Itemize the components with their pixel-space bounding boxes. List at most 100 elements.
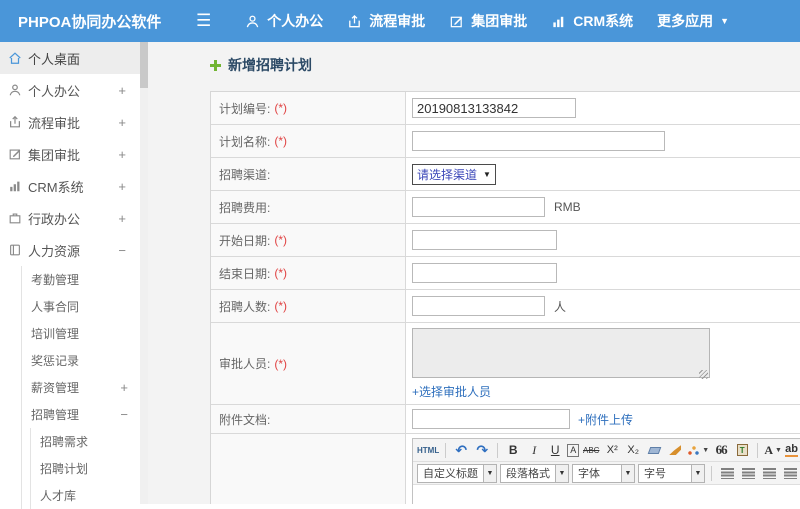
sidebar-item-attendance[interactable]: 考勤管理 [22,266,140,293]
sidebar-item-label: 人事合同 [31,298,79,315]
sidebar-item-group-approval[interactable]: 集团审批 + [0,138,140,170]
topbar: PHPOA协同办公软件 ☰ 个人办公 流程审批 集团审批 CRM系统 更多应用 … [0,0,800,42]
expand-icon[interactable]: + [118,147,126,162]
sidebar-item-label: 奖惩记录 [31,352,79,369]
font-border-button[interactable]: A [567,444,579,457]
app-logo: PHPOA协同办公软件 [0,11,178,32]
align-center-icon[interactable] [739,464,757,482]
source-code-button[interactable]: HTML [417,441,439,459]
attachment-input[interactable] [412,409,570,429]
sidebar-item-hr-contract[interactable]: 人事合同 [22,293,140,320]
topmenu-crm[interactable]: CRM系统 [539,0,645,42]
sidebar-item-recruit-demand[interactable]: 招聘需求 [31,428,140,455]
required-mark: (*) [274,134,287,148]
sidebar-item-recruit-mgmt[interactable]: 招聘管理 − [22,401,140,428]
edit-icon [8,147,22,161]
headcount-input[interactable] [412,296,545,316]
sidebar-item-label: 招聘需求 [40,433,88,450]
superscript-button[interactable]: X² [603,441,621,459]
plan-name-input[interactable] [412,131,665,151]
sidebar-item-recruit-plan[interactable]: 招聘计划 [31,455,140,482]
channel-select[interactable]: 请选择渠道 ▼ [412,164,496,185]
cost-input[interactable] [412,197,545,217]
sidebar-item-personal-desktop[interactable]: 个人桌面 [0,42,140,74]
paragraph-format-combobox[interactable]: 段落格式 ▼ [500,464,569,483]
editor-content-area[interactable] [413,485,800,504]
topmenu-group-approval[interactable]: 集团审批 [437,0,539,42]
sidebar-item-rewards[interactable]: 奖惩记录 [22,347,140,374]
form-row-plan-name: 计划名称: (*) [211,125,800,158]
expand-icon[interactable]: + [120,380,128,395]
required-mark: (*) [274,266,287,280]
highlight-color-button[interactable]: ab▼ [785,441,800,459]
chevron-down-icon: ▼ [720,16,729,26]
approvers-textarea[interactable] [412,328,710,378]
sidebar-item-salary[interactable]: 薪资管理 + [22,374,140,401]
align-left-icon[interactable] [718,464,736,482]
font-size-combobox[interactable]: 字号 ▼ [638,464,705,483]
sidebar-item-talent-pool[interactable]: 人才库 [31,482,140,509]
collapse-icon[interactable]: − [120,407,128,422]
sidebar-item-admin-office[interactable]: 行政办公 + [0,202,140,234]
subscript-button[interactable]: X₂ [624,441,642,459]
attachment-upload-link[interactable]: +附件上传 [578,413,633,427]
field-label: 招聘人数: [219,298,270,315]
field-label: 招聘费用: [219,199,270,216]
form-row-attachment: 附件文档: +附件上传 [211,405,800,434]
menu-toggle-icon[interactable]: ☰ [196,11,211,31]
plan-number-input[interactable] [412,98,576,118]
underline-button[interactable]: U [546,441,564,459]
blockquote-button[interactable]: 66 [712,441,730,459]
strikethrough-button[interactable]: ABC [582,441,600,459]
chevron-down-icon: ▼ [691,465,704,482]
undo-icon[interactable]: ↶ [452,441,470,459]
redo-icon[interactable]: ↷ [473,441,491,459]
font-family-combobox[interactable]: 字体 ▼ [572,464,635,483]
topmenu-workflow-approval[interactable]: 流程审批 [335,0,437,42]
collapse-icon[interactable]: − [118,243,126,258]
font-color-button[interactable]: A▼ [764,441,782,459]
chevron-down-icon: ▼ [621,465,634,482]
sidebar-item-label: 集团审批 [28,145,80,164]
topmenu-personal-office[interactable]: 个人办公 [233,0,335,42]
recruit-plan-form: 计划编号: (*) 计划名称: (*) 招聘渠道: 请选择 [210,91,800,504]
chevron-down-icon: ▼ [775,447,782,454]
expand-icon[interactable]: + [118,179,126,194]
form-row-channel: 招聘渠道: 请选择渠道 ▼ [211,158,800,191]
top-menu: 个人办公 流程审批 集团审批 CRM系统 更多应用 ▼ [233,0,741,42]
sidebar-item-personal-office[interactable]: 个人办公 + [0,74,140,106]
sidebar-item-hr[interactable]: 人力资源 − [0,234,140,266]
align-right-icon[interactable] [760,464,778,482]
chevron-down-icon: ▼ [483,465,496,482]
field-label: 开始日期: [219,232,270,249]
expand-icon[interactable]: + [118,211,126,226]
unit-label: 人 [554,298,566,315]
edit-icon [449,14,464,29]
paste-icon[interactable]: T [733,441,751,459]
form-row-approvers: 审批人员: (*) +选择审批人员 [211,323,800,405]
choose-approvers-link[interactable]: +选择审批人员 [412,383,491,400]
form-row-end-date: 结束日期: (*) [211,257,800,290]
sidebar-item-workflow-approval[interactable]: 流程审批 + [0,106,140,138]
add-plus-icon [210,60,221,71]
custom-title-combobox[interactable]: 自定义标题 ▼ [417,464,497,483]
autotypeset-icon[interactable]: ▼ [687,441,709,459]
scrollbar-thumb[interactable] [140,42,148,88]
start-date-input[interactable] [412,230,557,250]
align-justify-icon[interactable] [781,464,799,482]
sidebar-item-crm[interactable]: CRM系统 + [0,170,140,202]
italic-button[interactable]: I [525,441,543,459]
sidebar-scrollbar[interactable] [140,42,148,504]
expand-icon[interactable]: + [118,83,126,98]
eraser-icon[interactable] [645,441,663,459]
sidebar-item-training[interactable]: 培训管理 [22,320,140,347]
end-date-input[interactable] [412,263,557,283]
topmenu-label: CRM系统 [573,11,633,31]
field-label: 附件文档: [219,411,270,428]
bold-button[interactable]: B [504,441,522,459]
recruit-submenu: 招聘需求 招聘计划 人才库 [30,428,140,509]
expand-icon[interactable]: + [118,115,126,130]
chevron-down-icon: ▼ [555,465,568,482]
topmenu-more-apps[interactable]: 更多应用 ▼ [645,0,741,42]
format-brush-icon[interactable] [666,441,684,459]
